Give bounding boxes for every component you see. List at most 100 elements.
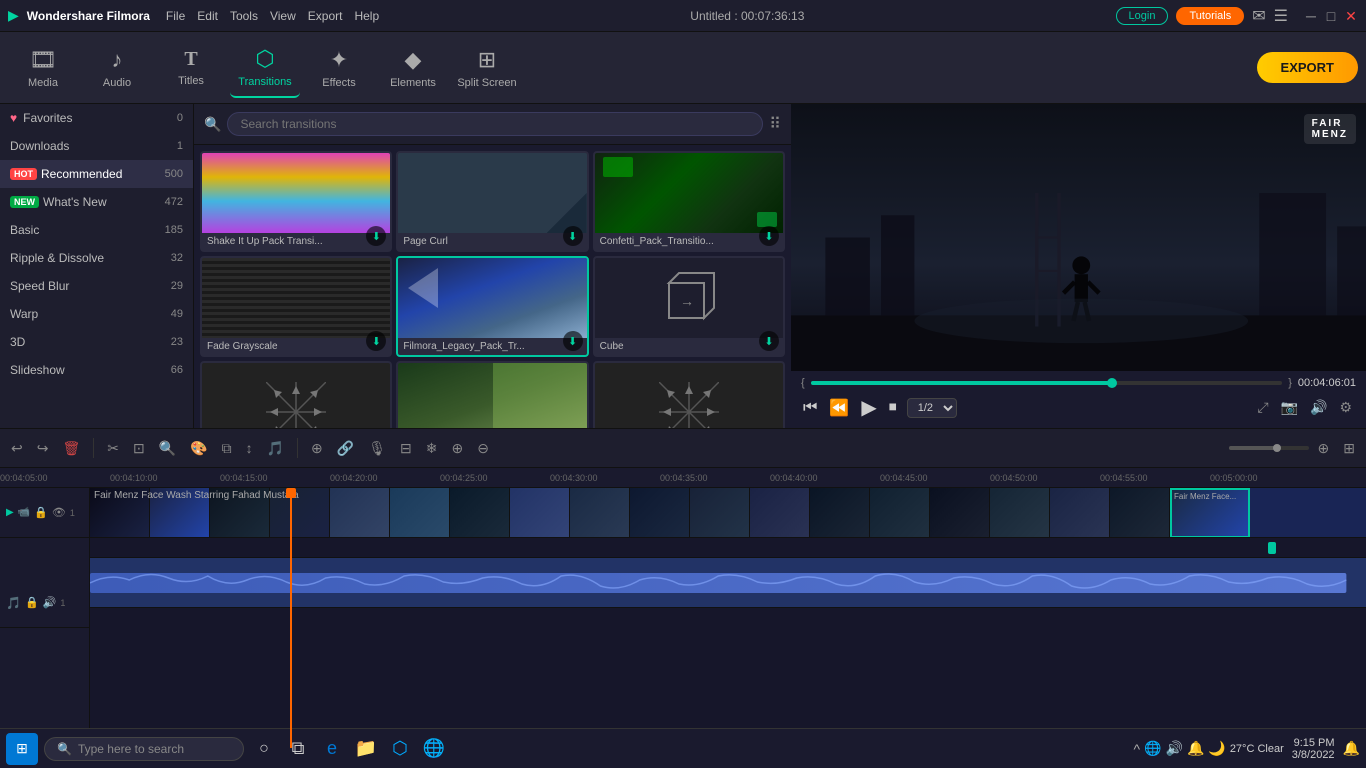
volume-button[interactable]: 🔊 [1306,397,1331,418]
menu-bars-icon[interactable]: ☰ [1274,6,1288,26]
taskbar-cortana[interactable]: ○ [250,735,278,763]
sidebar-item-favorites[interactable]: ♥ Favorites 0 [0,104,193,132]
grid-toggle-icon[interactable]: ⠿ [769,114,781,134]
download-icon-6[interactable]: ⬇ [759,331,779,351]
play-button[interactable]: ▶ [859,393,878,422]
link-button[interactable]: 🔗 [332,436,359,461]
transition-card-legacy[interactable]: Filmora_Legacy_Pack_Tr... ⬇ [396,256,588,357]
toolbar-splitscreen[interactable]: ⊞ Split Screen [452,38,522,98]
notification-center-icon[interactable]: 🔔 [1343,740,1360,757]
transition-card-iris2[interactable]: iris ⬇ [593,361,785,428]
minimize-button[interactable]: ─ [1304,9,1318,23]
menu-file[interactable]: File [166,9,185,23]
taskbar-explorer[interactable]: 📁 [352,735,380,763]
crop-button[interactable]: ⊡ [128,436,150,461]
network-icon[interactable]: 🌐 [1144,740,1161,757]
transition-card-cube[interactable]: → Cube ⬇ [593,256,785,357]
page-select[interactable]: 1/2 [907,398,957,418]
step-back-button[interactable]: ⏪ [827,396,851,420]
menu-view[interactable]: View [270,9,296,23]
voiceover-button[interactable]: 🎙 [363,436,391,461]
transition-card-shake[interactable]: Shake It Up Pack Transi... ⬇ [200,151,392,252]
search-input[interactable] [227,112,763,136]
undo-button[interactable]: ↩ [6,436,28,461]
menu-tools[interactable]: Tools [230,9,258,23]
color-button[interactable]: 🎨 [185,436,212,461]
freeze-button[interactable]: ❄ [421,436,443,461]
settings-button[interactable]: ⚙ [1335,397,1356,418]
notification-bell-icon[interactable]: 🔔 [1187,740,1204,757]
cut-button[interactable]: ✂ [102,436,124,461]
sidebar-item-3d[interactable]: 3D 23 [0,328,193,356]
toolbar-media[interactable]: 🎞 Media [8,38,78,98]
tutorials-button[interactable]: Tutorials [1176,7,1244,25]
volume-icon[interactable]: 🔊 [43,596,57,609]
fullscreen-button[interactable]: ⤢ [1253,397,1272,418]
zoom-in-tl-button[interactable]: ⊕ [446,436,468,461]
effects-label: Effects [322,77,355,89]
fullscreen-tl-button[interactable]: ⊞ [1338,436,1360,461]
chevron-up-icon[interactable]: ^ [1133,741,1140,757]
delete-button[interactable]: 🗑 [57,436,85,461]
preview-content: FAIRMENZ [791,104,1366,371]
toolbar-transitions[interactable]: ⬡ Transitions [230,38,300,98]
video-track[interactable]: Fair Menz Face Wash Starring Fahad Musta… [90,488,1366,538]
taskbar-taskview[interactable]: ⧉ [284,735,312,763]
sidebar-item-whatsnew[interactable]: NEW What's New 472 [0,188,193,216]
transition-card-fade[interactable]: Fade Grayscale ⬇ [200,256,392,357]
visibility-icon-1[interactable]: 👁 [52,506,66,519]
sidebar-item-speedblur[interactable]: Speed Blur 29 [0,272,193,300]
audio-button[interactable]: 🎵 [262,436,289,461]
lock-icon-1[interactable]: 🔒 [34,506,48,519]
toolbar-elements[interactable]: ◆ Elements [378,38,448,98]
taskbar-search[interactable]: 🔍 Type here to search [44,737,244,761]
audio-track[interactable]: // Inline waveform generation (runs imme… [90,558,1366,607]
menu-edit[interactable]: Edit [197,9,218,23]
toolbar-titles[interactable]: T Titles [156,38,226,98]
maximize-button[interactable]: □ [1324,9,1338,23]
trim-button[interactable]: ↕ [241,436,258,460]
login-button[interactable]: Login [1116,7,1169,25]
taskbar-app1[interactable]: ⬡ [386,735,414,763]
download-icon-2[interactable]: ⬇ [563,226,583,246]
rewind-button[interactable]: ⏮ [801,397,819,419]
taskbar-edge[interactable]: e [318,735,346,763]
add-track-button[interactable]: ⊕ [1313,436,1335,461]
search-clip-button[interactable]: 🔍 [154,436,181,461]
transition-card-pagecurl[interactable]: Page Curl ⬇ [396,151,588,252]
start-button[interactable]: ⊞ [6,733,38,765]
sidebar-item-recommended[interactable]: HOT Recommended 500 [0,160,193,188]
taskbar-chrome[interactable]: 🌐 [420,735,448,763]
sidebar-item-warp[interactable]: Warp 49 [0,300,193,328]
transition-card-fold[interactable]: fold ⬇ [396,361,588,428]
progress-thumb[interactable] [1107,378,1117,388]
sidebar-item-ripple[interactable]: Ripple & Dissolve 32 [0,244,193,272]
snapshot-button[interactable]: 📷 [1277,397,1302,418]
transition-button[interactable]: ⧉ [217,436,237,461]
redo-button[interactable]: ↪ [32,436,54,461]
sidebar-item-basic[interactable]: Basic 185 [0,216,193,244]
volume-sys-icon[interactable]: 🔊 [1166,740,1183,757]
zoom-thumb[interactable] [1273,444,1281,452]
close-button[interactable]: ✕ [1344,9,1358,23]
zoom-track[interactable] [1229,446,1309,450]
sidebar-item-slideshow[interactable]: Slideshow 66 [0,356,193,384]
zoom-out-tl-button[interactable]: ⊖ [472,436,494,461]
sidebar-item-downloads[interactable]: Downloads 1 [0,132,193,160]
toolbar-effects[interactable]: ✦ Effects [304,38,374,98]
message-icon[interactable]: ✉ [1252,8,1265,25]
download-icon-5[interactable]: ⬇ [563,331,583,351]
transition-card-confetti[interactable]: Confetti_Pack_Transitio... ⬇ [593,151,785,252]
transition-card-iris1[interactable]: iris ⬇ [200,361,392,428]
lock-icon-2[interactable]: 🔒 [25,596,39,609]
detach-audio-button[interactable]: ⊟ [395,436,417,461]
toolbar-audio[interactable]: ♪ Audio [82,38,152,98]
menu-help[interactable]: Help [354,9,379,23]
playhead[interactable] [290,488,292,748]
progress-track[interactable] [811,381,1283,385]
marker-button[interactable]: ⊕ [306,436,328,461]
menu-export[interactable]: Export [308,9,343,23]
stop-button[interactable]: ⏹ [887,397,899,419]
download-icon-3[interactable]: ⬇ [759,226,779,246]
export-button[interactable]: EXPORT [1257,52,1358,83]
